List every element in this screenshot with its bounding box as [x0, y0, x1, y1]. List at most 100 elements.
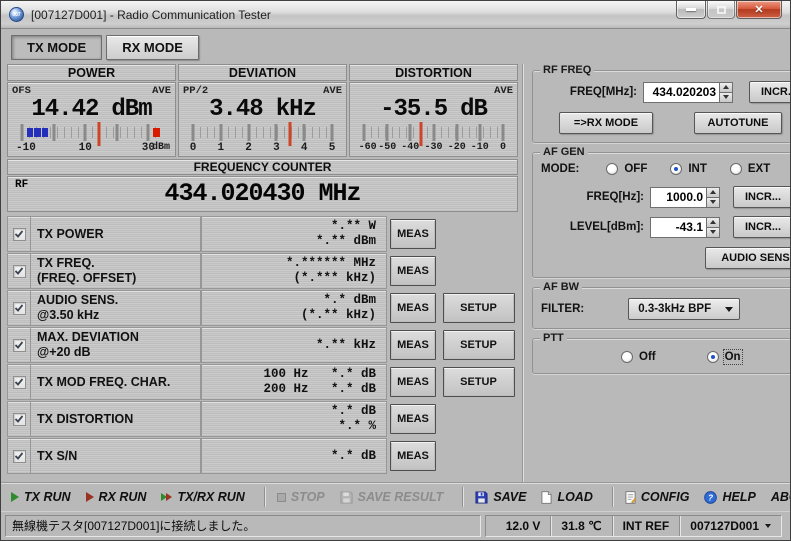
radio-selected-icon [670, 163, 682, 175]
play-green-icon [11, 492, 19, 502]
radio-label: EXT [748, 163, 770, 175]
maximize-icon [717, 6, 726, 14]
radio-label: On [725, 351, 741, 363]
af-mode-int-option[interactable]: INT [670, 163, 707, 175]
help-icon: ? [704, 491, 717, 504]
tx-mod-freq-char-setup-button[interactable]: SETUP [443, 367, 515, 397]
rx-run-button[interactable]: RX RUN [86, 490, 147, 504]
save-button[interactable]: SAVE [475, 490, 526, 504]
row-value: *.* dBm [323, 293, 376, 308]
spin-down-button[interactable] [706, 228, 720, 238]
table-row-tx-distortion: TX DISTORTION *.* dB*.* % MEAS [7, 401, 518, 437]
tx-sn-checkbox[interactable] [13, 450, 26, 463]
scale-tick [363, 124, 366, 141]
spin-down-button[interactable] [719, 93, 733, 103]
filter-dropdown[interactable]: 0.3-3kHz BPF [628, 298, 740, 320]
tx-sn-meas-button[interactable]: MEAS [390, 441, 436, 471]
row-sublabel: (FREQ. OFFSET) [37, 271, 200, 286]
check-icon [14, 303, 24, 313]
power-scale [22, 124, 161, 141]
tx-freq-checkbox[interactable] [13, 265, 26, 278]
config-button[interactable]: CONFIG [625, 490, 690, 504]
distortion-meter: DISTORTION AVE -35.5dB [349, 64, 518, 157]
radio-icon [606, 163, 618, 175]
audio-sens-button[interactable]: AUDIO SENS. [705, 247, 791, 269]
row-label: TX FREQ. [37, 256, 200, 271]
autotune-button[interactable]: AUTOTUNE [694, 112, 782, 134]
tx-power-meas-button[interactable]: MEAS [390, 219, 436, 249]
scale-tick [115, 124, 118, 141]
af-freq-incr-button[interactable]: INCR... [733, 186, 791, 208]
radio-icon [730, 163, 742, 175]
row-value: *.* dB [331, 449, 376, 464]
tab-tx-mode[interactable]: TX MODE [11, 35, 102, 60]
tx-mod-freq-char-checkbox[interactable] [13, 376, 26, 389]
spin-up-button[interactable] [719, 82, 733, 93]
row-label: TX POWER [37, 227, 200, 242]
af-level-input[interactable] [650, 217, 706, 238]
audio-sens-checkbox[interactable] [13, 302, 26, 315]
deviation-scale-labels: 0 1 2 3 4 5 [193, 142, 332, 155]
minimize-button[interactable] [676, 1, 706, 19]
save-result-button[interactable]: SAVE RESULT [340, 490, 444, 504]
rf-incr-button[interactable]: INCR... [749, 81, 791, 103]
af-mode-ext-option[interactable]: EXT [730, 163, 770, 175]
audio-sens-meas-button[interactable]: MEAS [390, 293, 436, 323]
tx-run-button[interactable]: TX RUN [11, 490, 71, 504]
af-mode-off-option[interactable]: OFF [606, 163, 647, 175]
measurement-table: TX POWER *.** W*.** dBm MEAS TX FREQ.(FR… [7, 216, 518, 474]
txrx-run-button[interactable]: TX/RX RUN [161, 490, 244, 504]
to-rx-mode-button[interactable]: =>RX MODE [559, 112, 653, 134]
af-level-incr-button[interactable]: INCR... [733, 216, 791, 238]
tx-power-checkbox[interactable] [13, 228, 26, 241]
max-deviation-setup-button[interactable]: SETUP [443, 330, 515, 360]
scale-tick [478, 124, 481, 141]
check-icon [14, 229, 24, 239]
freq-mhz-spinner [719, 82, 733, 103]
table-row-tx-mod-freq-char: TX MOD FREQ. CHAR. 100 Hz *.* dB200 Hz *… [7, 364, 518, 400]
tx-mod-freq-char-meas-button[interactable]: MEAS [390, 367, 436, 397]
spin-up-button[interactable] [706, 217, 720, 228]
scale-tick [386, 124, 389, 141]
device-selector[interactable]: 007127D001 [680, 516, 781, 536]
tab-rx-mode[interactable]: RX MODE [106, 35, 199, 60]
main-content: POWER OFS AVE 14.42dBm [1, 62, 790, 482]
row-sublabel: @3.50 kHz [37, 308, 200, 323]
ptt-off-option[interactable]: Off [621, 351, 656, 363]
about-button[interactable]: ABOUT [771, 490, 791, 504]
max-deviation-meas-button[interactable]: MEAS [390, 330, 436, 360]
tx-freq-meas-button[interactable]: MEAS [390, 256, 436, 286]
radio-icon [621, 351, 633, 363]
help-button[interactable]: ?HELP [704, 490, 755, 504]
freq-mhz-input[interactable] [643, 82, 719, 103]
spin-down-button[interactable] [706, 198, 720, 208]
ptt-on-option[interactable]: On [707, 351, 741, 363]
tx-distortion-meas-button[interactable]: MEAS [390, 404, 436, 434]
scale-tick [275, 124, 278, 141]
distortion-needle [419, 122, 422, 146]
mode-tabs: TX MODE RX MODE [1, 29, 790, 62]
load-button[interactable]: LOAD [541, 490, 592, 504]
table-row-tx-sn: TX S/N *.* dB MEAS [7, 438, 518, 474]
power-low-segment [34, 128, 40, 137]
scale-tick [303, 124, 306, 141]
af-freq-input[interactable] [650, 187, 706, 208]
deviation-meter-body: PP/2 AVE 3.48kHz [178, 82, 347, 157]
tick-label: 5 [329, 142, 336, 154]
close-button[interactable]: ✕ [736, 1, 782, 19]
load-icon [541, 491, 552, 504]
row-label: TX MOD FREQ. CHAR. [37, 375, 200, 390]
stop-button[interactable]: STOP [277, 490, 325, 504]
audio-sens-setup-button[interactable]: SETUP [443, 293, 515, 323]
config-icon [625, 491, 636, 504]
spin-up-button[interactable] [706, 187, 720, 198]
ptt-group: PTT Off On [532, 338, 791, 374]
max-deviation-checkbox[interactable] [13, 339, 26, 352]
maximize-button[interactable] [707, 1, 735, 19]
tx-distortion-checkbox[interactable] [13, 413, 26, 426]
tick-label: -10 [471, 142, 489, 153]
arrow-down-icon [723, 95, 729, 99]
save-result-icon [340, 491, 353, 504]
chevron-down-icon [725, 307, 733, 312]
check-icon [14, 340, 24, 350]
